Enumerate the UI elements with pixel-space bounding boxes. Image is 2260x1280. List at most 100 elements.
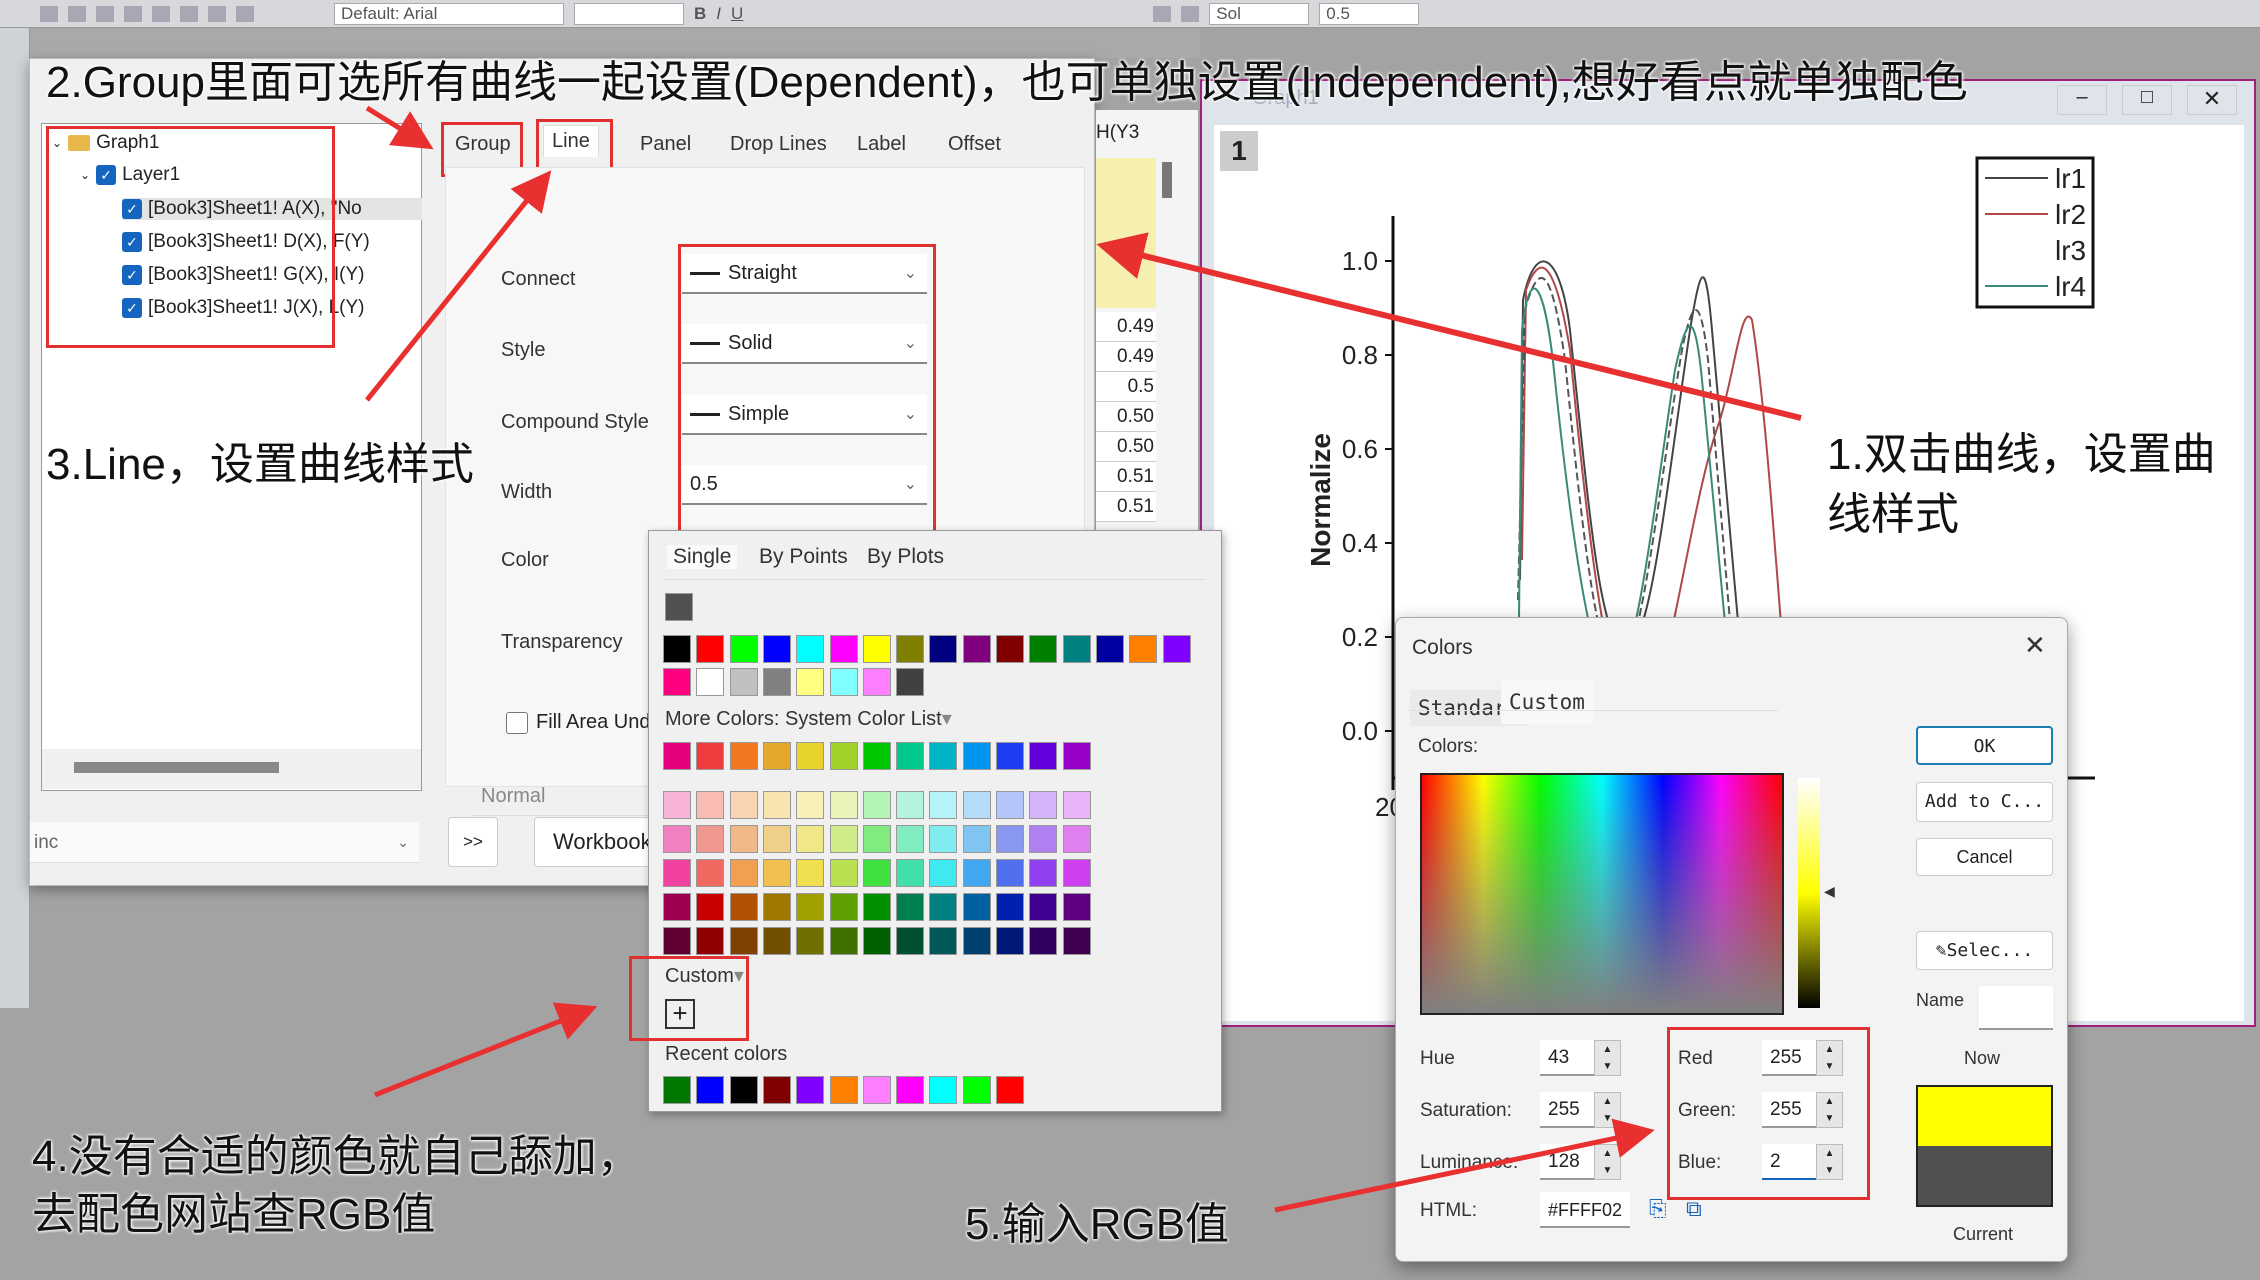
color-swatch[interactable] <box>1029 791 1058 819</box>
name-input[interactable] <box>1979 986 2053 1030</box>
color-swatch[interactable] <box>929 825 958 853</box>
color-swatch[interactable] <box>796 825 825 853</box>
color-swatch[interactable] <box>1162 635 1191 663</box>
color-swatch[interactable] <box>1062 825 1091 853</box>
color-swatch[interactable] <box>996 893 1024 921</box>
copy-icon[interactable]: ⎘ <box>1649 1196 1667 1222</box>
color-swatch[interactable] <box>796 1076 825 1104</box>
color-swatch[interactable] <box>929 635 958 663</box>
color-swatch[interactable] <box>896 927 925 955</box>
color-swatch[interactable] <box>729 859 758 887</box>
color-swatch[interactable] <box>1129 635 1158 663</box>
color-swatch[interactable] <box>796 893 825 921</box>
color-swatch[interactable] <box>762 859 791 887</box>
color-swatch[interactable] <box>663 825 691 853</box>
color-swatch[interactable] <box>729 927 758 955</box>
color-swatch[interactable] <box>696 893 725 921</box>
color-swatch[interactable] <box>663 893 691 921</box>
color-swatch[interactable] <box>796 927 825 955</box>
color-swatch[interactable] <box>862 635 891 663</box>
ok-button[interactable]: OK <box>1916 726 2053 765</box>
color-swatch[interactable] <box>862 927 891 955</box>
luminance-input[interactable]: 128 <box>1540 1144 1594 1180</box>
color-swatch[interactable] <box>796 742 825 770</box>
color-swatch[interactable] <box>729 742 758 770</box>
color-swatch[interactable] <box>762 635 791 663</box>
close-icon[interactable]: ✕ <box>2024 630 2046 661</box>
tab-single[interactable]: Single <box>667 545 738 569</box>
color-swatch[interactable] <box>696 927 725 955</box>
color-swatch[interactable] <box>896 742 925 770</box>
color-swatch[interactable] <box>762 742 791 770</box>
color-swatch[interactable] <box>762 893 791 921</box>
color-swatch[interactable] <box>896 791 925 819</box>
color-swatch[interactable] <box>665 593 693 621</box>
color-swatch[interactable] <box>762 668 791 696</box>
tab-by-plots[interactable]: By Plots <box>867 545 944 569</box>
color-swatch[interactable] <box>996 1076 1024 1104</box>
color-swatch[interactable] <box>1095 635 1124 663</box>
color-swatch[interactable] <box>862 1076 891 1104</box>
html-input[interactable]: #FFFF02 <box>1540 1192 1630 1228</box>
color-swatch[interactable] <box>929 791 958 819</box>
color-swatch[interactable] <box>729 1076 758 1104</box>
color-swatch[interactable] <box>729 825 758 853</box>
color-swatch[interactable] <box>996 927 1024 955</box>
color-swatch[interactable] <box>1029 927 1058 955</box>
color-swatch[interactable] <box>862 825 891 853</box>
luminance-spinner[interactable]: ▲ ▼ <box>1594 1144 1621 1180</box>
color-swatch[interactable] <box>1062 893 1091 921</box>
hue-input[interactable]: 43 <box>1540 1040 1594 1076</box>
color-swatch[interactable] <box>696 635 725 663</box>
color-swatch[interactable] <box>663 927 691 955</box>
color-swatch[interactable] <box>1029 893 1058 921</box>
color-swatch[interactable] <box>962 742 991 770</box>
color-swatch[interactable] <box>929 893 958 921</box>
hue-spinner[interactable]: ▲ ▼ <box>1594 1040 1621 1076</box>
color-swatch[interactable] <box>696 742 725 770</box>
color-swatch[interactable] <box>962 927 991 955</box>
color-swatch[interactable] <box>996 859 1024 887</box>
color-swatch[interactable] <box>729 893 758 921</box>
more-colors-label[interactable]: More Colors: System Color List▾ <box>665 706 952 731</box>
color-swatch[interactable] <box>962 1076 991 1104</box>
color-swatch[interactable] <box>1062 791 1091 819</box>
color-swatch[interactable] <box>896 668 925 696</box>
tab-custom[interactable]: Custom <box>1501 680 1593 724</box>
color-swatch[interactable] <box>962 791 991 819</box>
color-swatch[interactable] <box>929 927 958 955</box>
color-swatch[interactable] <box>762 791 791 819</box>
color-swatch[interactable] <box>996 635 1024 663</box>
color-swatch[interactable] <box>663 635 691 663</box>
saturation-input[interactable]: 255 <box>1540 1092 1594 1128</box>
color-swatch[interactable] <box>996 791 1024 819</box>
color-swatch[interactable] <box>663 742 691 770</box>
color-swatch[interactable] <box>729 791 758 819</box>
color-swatch[interactable] <box>962 825 991 853</box>
luminance-slider[interactable] <box>1798 778 1820 1008</box>
color-swatch[interactable] <box>896 893 925 921</box>
tab-by-points[interactable]: By Points <box>759 545 848 569</box>
color-swatch[interactable] <box>896 635 925 663</box>
color-swatch[interactable] <box>896 825 925 853</box>
color-swatch[interactable] <box>862 893 891 921</box>
color-swatch[interactable] <box>796 791 825 819</box>
color-swatch[interactable] <box>962 893 991 921</box>
color-swatch[interactable] <box>829 791 858 819</box>
saturation-spinner[interactable]: ▲ ▼ <box>1594 1092 1621 1128</box>
color-swatch[interactable] <box>663 791 691 819</box>
color-swatch[interactable] <box>1062 635 1091 663</box>
color-swatch[interactable] <box>896 1076 925 1104</box>
color-swatch[interactable] <box>696 825 725 853</box>
color-swatch[interactable] <box>729 668 758 696</box>
color-swatch[interactable] <box>663 859 691 887</box>
color-swatch[interactable] <box>696 791 725 819</box>
color-swatch[interactable] <box>962 859 991 887</box>
color-swatch[interactable] <box>729 635 758 663</box>
color-swatch[interactable] <box>829 742 858 770</box>
color-swatch[interactable] <box>962 635 991 663</box>
color-swatch[interactable] <box>829 927 858 955</box>
color-swatch[interactable] <box>796 859 825 887</box>
color-swatch[interactable] <box>663 1076 691 1104</box>
color-swatch[interactable] <box>829 668 858 696</box>
